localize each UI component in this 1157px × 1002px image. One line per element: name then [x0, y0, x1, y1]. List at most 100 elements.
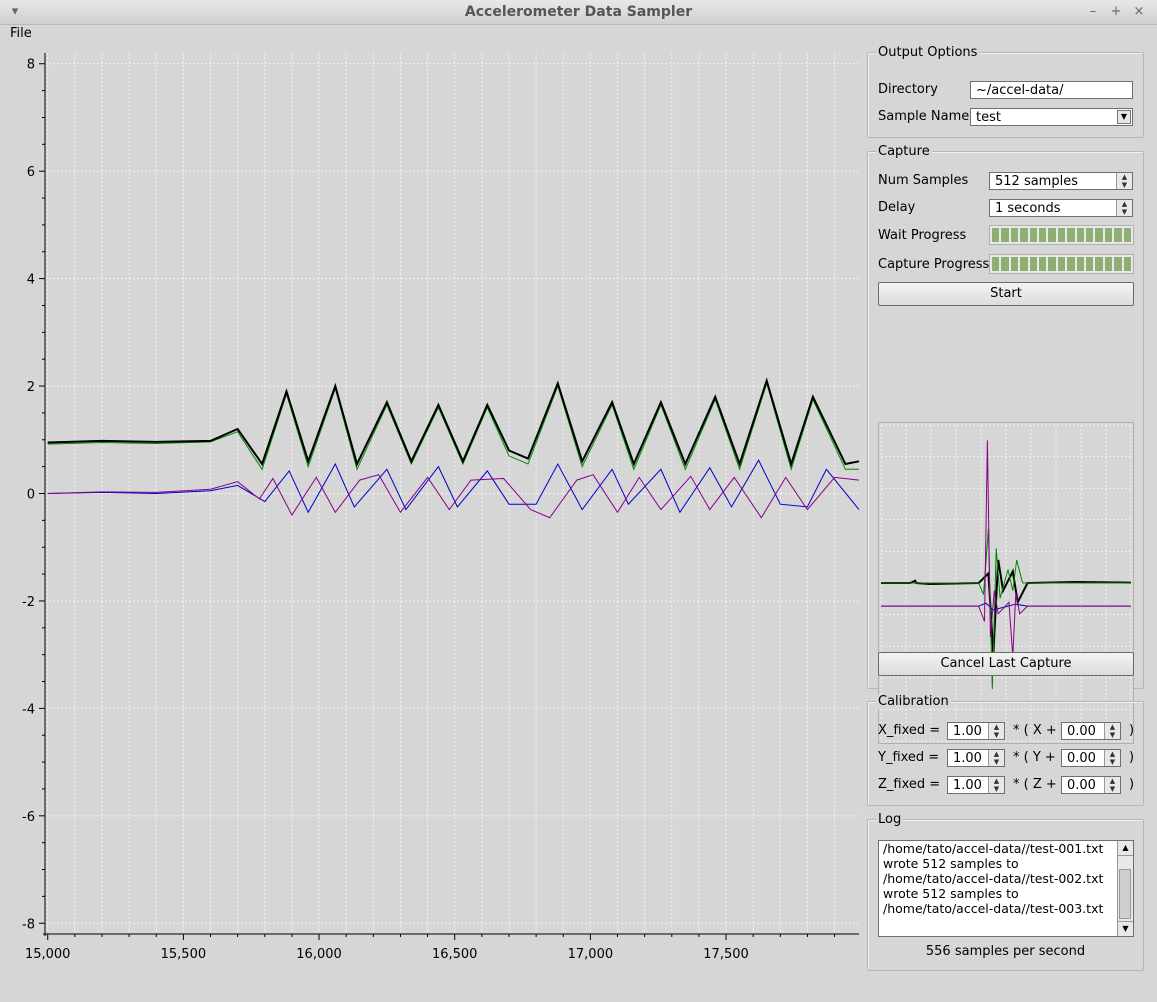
offset-spinbox[interactable]: 0.00 ▲ ▼ [1061, 722, 1121, 740]
progress-segment [1057, 228, 1066, 242]
sample-name-combo[interactable]: test ▼ [970, 108, 1133, 126]
x-tick-label: 16,000 [296, 947, 342, 962]
progress-segment [1048, 257, 1056, 271]
y-tick-label: 2 [27, 380, 35, 395]
menu-file[interactable]: File [10, 26, 32, 41]
spin-arrows-icon[interactable]: ▲ ▼ [1116, 173, 1132, 189]
num-samples-spinbox[interactable]: 512 samples ▲ ▼ [989, 172, 1133, 190]
log-line: /home/tato/accel-data//test-002.txt [883, 871, 1104, 886]
progress-segment [1123, 228, 1132, 242]
spin-arrows-icon[interactable]: ▲ ▼ [988, 777, 1004, 793]
directory-value: ~/accel-data/ [976, 83, 1064, 98]
progress-segment [1039, 228, 1047, 242]
dropdown-arrow-icon[interactable]: ▼ [1117, 110, 1131, 124]
wait-progress-bar [989, 225, 1134, 245]
progress-segment [1104, 228, 1113, 242]
sample-rate-status: 556 samples per second [925, 944, 1086, 959]
scroll-up-icon[interactable]: ▲ [1118, 841, 1133, 856]
spin-arrows-icon[interactable]: ▲ ▼ [1104, 723, 1120, 739]
x-tick-label: 15,000 [25, 947, 71, 962]
progress-segment [1104, 257, 1113, 271]
spin-arrows-icon[interactable]: ▲ ▼ [988, 750, 1004, 766]
x-tick-label: 17,500 [703, 947, 749, 962]
calibration-lhs: Y_fixed = [878, 750, 940, 765]
scroll-down-icon[interactable]: ▼ [1118, 921, 1133, 936]
output-options-group: Output Options Directory ~/accel-data/ S… [867, 45, 1144, 138]
progress-segment [1076, 257, 1085, 271]
log-group: Log /home/tato/accel-data//test-001.txt … [867, 812, 1144, 971]
main-plot-svg: 8 6 4 2 0 -2 -4 -6 -8 15,000 15,500 16,000 16,500 17,… [22, 53, 860, 962]
output-options-title: Output Options [876, 45, 980, 60]
offset-spinbox[interactable]: 0.00 ▲ ▼ [1061, 776, 1121, 794]
offset-value: 0.00 [1067, 724, 1096, 739]
log-textarea[interactable]: /home/tato/accel-data//test-001.txt wrot… [878, 840, 1134, 937]
scale-value: 1.00 [953, 778, 982, 793]
y-tick-label: 4 [27, 273, 35, 288]
log-title: Log [876, 812, 904, 827]
scale-spinbox[interactable]: 1.00 ▲ ▼ [947, 776, 1005, 794]
y-tick-label: 6 [27, 165, 35, 180]
close-button[interactable]: × [1130, 3, 1148, 21]
capture-progress-label: Capture Progress [878, 257, 990, 272]
progress-segment [1048, 228, 1056, 242]
progress-segment [1067, 228, 1075, 242]
y-tick-label: -6 [22, 810, 35, 825]
spin-arrows-icon[interactable]: ▲ ▼ [1116, 200, 1132, 216]
progress-segment [1001, 257, 1009, 271]
log-line: wrote 512 samples to [883, 886, 1019, 901]
minimize-button[interactable]: – [1084, 3, 1102, 21]
spin-arrows-icon[interactable]: ▲ ▼ [1104, 777, 1120, 793]
calibration-mid: * ( Y + [1013, 750, 1056, 765]
offset-value: 0.00 [1067, 751, 1096, 766]
calibration-mid: * ( Z + [1013, 777, 1057, 792]
progress-segment [1086, 228, 1094, 242]
y-tick-label: -4 [22, 702, 35, 717]
spin-arrows-icon[interactable]: ▲ ▼ [1104, 750, 1120, 766]
maximize-button[interactable]: + [1107, 3, 1125, 21]
start-button[interactable]: Start [878, 282, 1134, 306]
delay-value: 1 seconds [995, 201, 1061, 216]
scroll-thumb[interactable] [1119, 869, 1131, 919]
menu-bar: File [0, 24, 1157, 44]
delay-spinbox[interactable]: 1 seconds ▲ ▼ [989, 199, 1133, 217]
scale-spinbox[interactable]: 1.00 ▲ ▼ [947, 749, 1005, 767]
directory-input[interactable]: ~/accel-data/ [970, 81, 1133, 99]
sample-name-value: test [976, 110, 1001, 125]
capture-group: Capture Num Samples 512 samples ▲ ▼ Delay… [867, 144, 1144, 744]
progress-segment [1114, 228, 1122, 242]
scale-value: 1.00 [953, 751, 982, 766]
progress-segment [1076, 228, 1085, 242]
log-line: /home/tato/accel-data//test-003.txt [883, 901, 1104, 916]
preview-series-line [881, 440, 1131, 657]
scale-spinbox[interactable]: 1.00 ▲ ▼ [947, 722, 1005, 740]
y-tick-label: -8 [22, 917, 35, 932]
offset-value: 0.00 [1067, 778, 1096, 793]
calibration-lhs: Z_fixed = [878, 777, 941, 792]
progress-segment [992, 257, 1000, 271]
title-bar: ▾ Accelerometer Data Sampler – + × [0, 0, 1157, 25]
plot-area [45, 53, 859, 934]
calibration-close: ) [1129, 723, 1135, 738]
capture-title: Capture [876, 144, 932, 159]
spin-arrows-icon[interactable]: ▲ ▼ [988, 723, 1004, 739]
progress-segment [1001, 228, 1009, 242]
directory-label: Directory [878, 82, 938, 97]
scale-value: 1.00 [953, 724, 982, 739]
offset-spinbox[interactable]: 0.00 ▲ ▼ [1061, 749, 1121, 767]
progress-segment [1086, 257, 1094, 271]
y-tick-label: -2 [22, 595, 35, 610]
calibration-close: ) [1129, 777, 1135, 792]
log-scrollbar[interactable]: ▲ ▼ [1117, 841, 1133, 936]
progress-segment [992, 228, 1000, 242]
capture-progress-bar [989, 254, 1134, 274]
cancel-last-capture-button[interactable]: Cancel Last Capture [878, 652, 1134, 676]
progress-segment [1123, 257, 1132, 271]
y-tick-label: 0 [27, 488, 35, 503]
x-tick-label: 16,500 [432, 947, 478, 962]
wait-progress-label: Wait Progress [878, 228, 967, 243]
progress-segment [1020, 257, 1028, 271]
calibration-group: Calibration X_fixed = 1.00 ▲ ▼ * ( X + 0.0… [867, 694, 1144, 806]
num-samples-value: 512 samples [995, 174, 1078, 189]
progress-segment [1029, 257, 1038, 271]
progress-segment [1067, 257, 1075, 271]
